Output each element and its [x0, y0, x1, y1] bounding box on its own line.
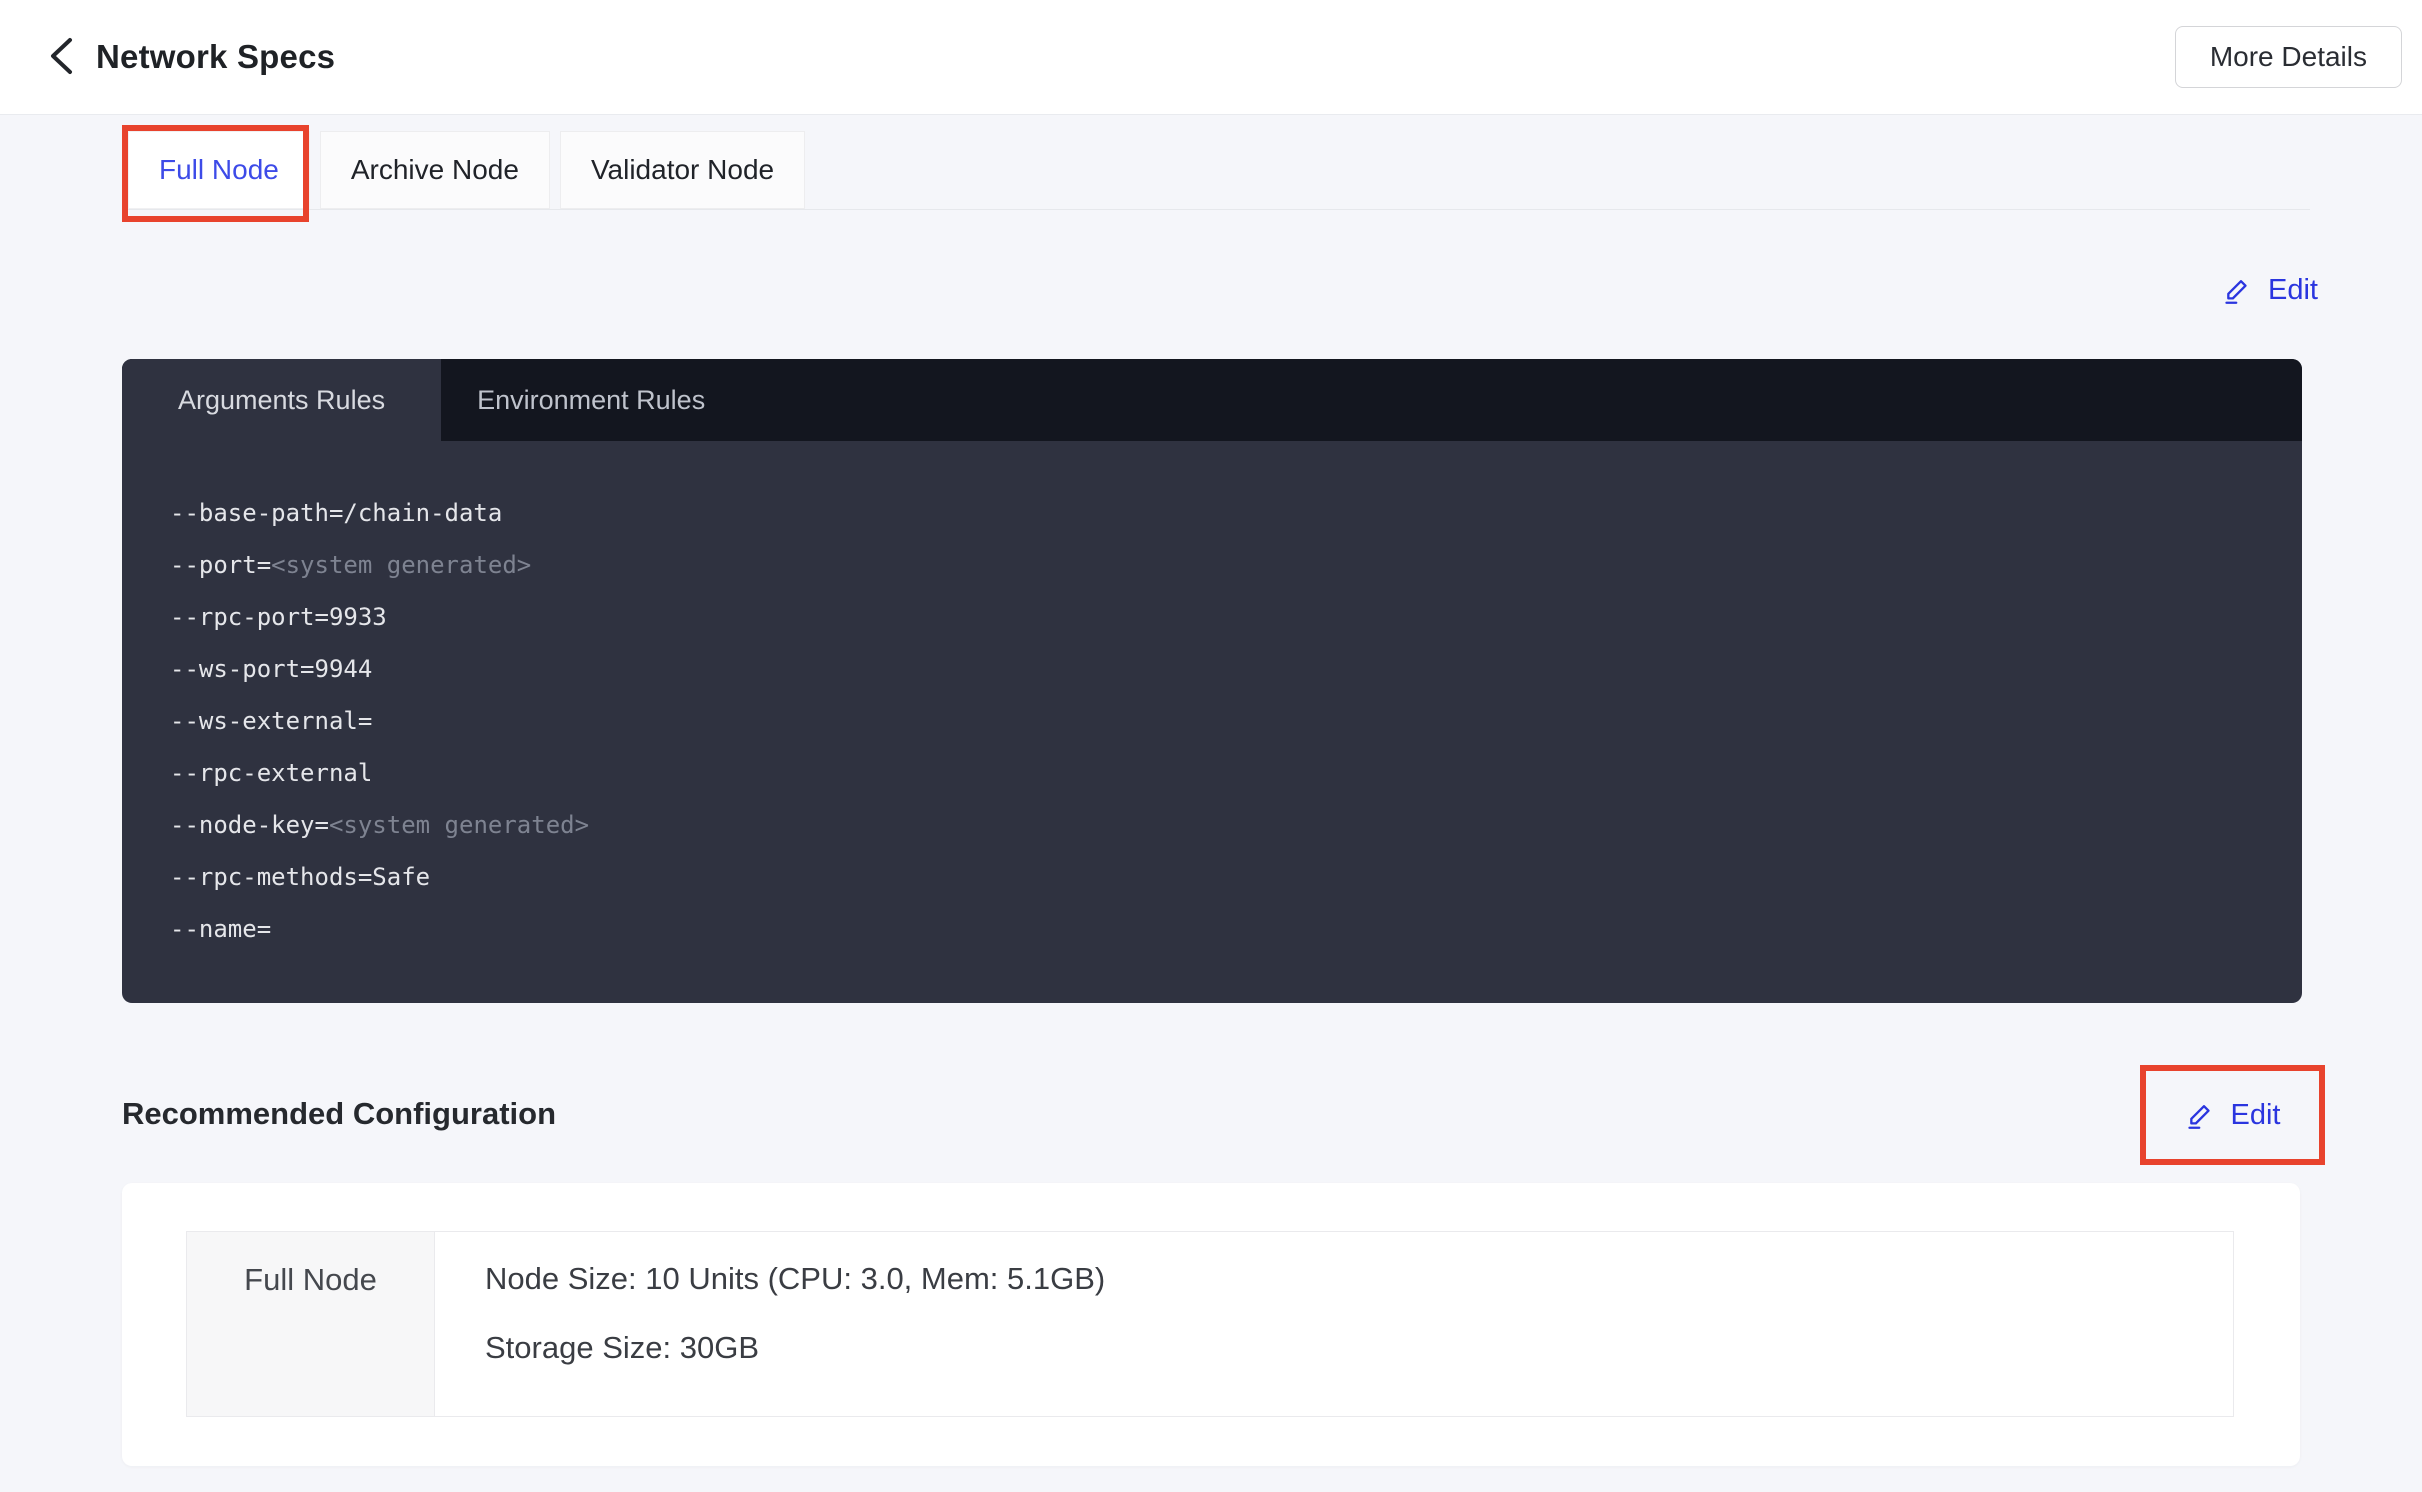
argument-line: --ws-port=9944 [170, 655, 373, 683]
rules-tab-strip: Arguments Rules Environment Rules [122, 359, 2302, 441]
argument-line: --name= [170, 915, 272, 943]
network-specs-page: Network Specs More Details Full Node Arc… [0, 0, 2422, 1492]
tab-environment-rules[interactable]: Environment Rules [441, 359, 741, 441]
chevron-left-icon [48, 35, 76, 80]
edit-label: Edit [2268, 273, 2318, 306]
argument-line: --node-key=<system generated> [170, 811, 590, 839]
recommended-configuration-heading: Recommended Configuration [122, 1096, 557, 1131]
tab-archive-node[interactable]: Archive Node [319, 131, 550, 209]
pencil-icon [2222, 275, 2253, 306]
recommended-configuration-card: Full Node Node Size: 10 Units (CPU: 3.0,… [122, 1183, 2300, 1466]
node-size-value: Node Size: 10 Units (CPU: 3.0, Mem: 5.1G… [485, 1261, 1106, 1296]
node-type-tabs: Full Node Archive Node Validator Node [128, 131, 815, 209]
back-button[interactable] [48, 35, 76, 80]
page-title: Network Specs [96, 38, 336, 75]
argument-line: --rpc-external [170, 759, 373, 787]
annotation-highlight-edit-configuration: Edit [2140, 1065, 2325, 1165]
config-row-full-node: Full Node Node Size: 10 Units (CPU: 3.0,… [186, 1231, 2234, 1417]
argument-line: --ws-external= [170, 707, 373, 735]
argument-line: --base-path=/chain-data [170, 499, 503, 527]
argument-line: --rpc-methods=Safe [170, 863, 431, 891]
edit-configuration-button[interactable]: Edit [2185, 1098, 2281, 1132]
rules-panel: Arguments Rules Environment Rules --base… [122, 359, 2302, 1003]
edit-rules-button[interactable]: Edit [2222, 268, 2318, 312]
edit-label: Edit [2230, 1098, 2281, 1131]
arguments-rules-content: --base-path=/chain-data --port=<system g… [122, 441, 2302, 955]
storage-size-value: Storage Size: 30GB [485, 1330, 759, 1365]
tabs-underline [122, 209, 2310, 210]
tab-validator-node[interactable]: Validator Node [559, 131, 806, 209]
page-header: Network Specs More Details [0, 0, 2422, 115]
config-node-type-label: Full Node [187, 1232, 435, 1416]
argument-line: --port=<system generated> [170, 551, 532, 579]
more-details-button[interactable]: More Details [2174, 26, 2402, 88]
pencil-icon [2185, 1100, 2216, 1131]
config-values: Node Size: 10 Units (CPU: 3.0, Mem: 5.1G… [435, 1232, 2233, 1416]
argument-line: --rpc-port=9933 [170, 603, 387, 631]
tab-arguments-rules[interactable]: Arguments Rules [122, 359, 442, 441]
tab-full-node[interactable]: Full Node [128, 131, 310, 209]
